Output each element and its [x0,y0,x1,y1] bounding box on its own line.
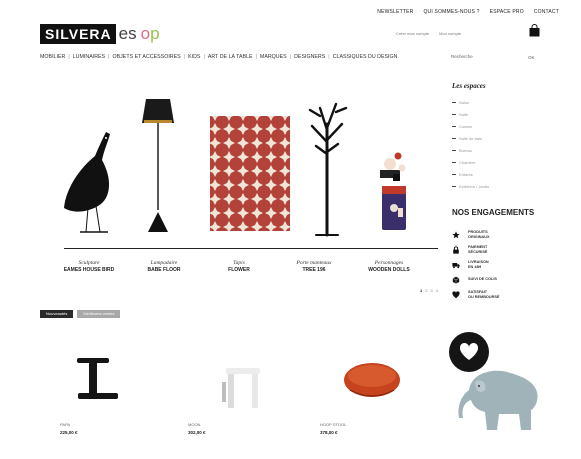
nav-objets[interactable]: OBJETS ET ACCESSOIRES [113,54,181,60]
caption-category: Lampadaire [150,260,178,266]
space-item[interactable]: Enfants [452,168,562,180]
caption-category: Porte manteaux [296,260,332,266]
caption-product-name: WOODEN DOLLS [368,267,410,273]
wooden-doll-image [380,152,406,230]
product-card[interactable]: HOOP STOOL 378,00 € [310,338,420,448]
product-tabs: Nouveautés Meilleures ventes [40,310,121,318]
space-item[interactable]: Salle [452,108,562,120]
site-logo[interactable]: SILVERA es op [40,24,160,44]
product-card[interactable]: PAPA 225,00 € [48,338,158,448]
flower-rug-image [210,116,290,231]
caption-category: Tapis [233,260,245,266]
product-price: 225,00 € [60,430,78,435]
package-icon [452,276,460,284]
caption-flower[interactable]: Tapis FLOWER [204,260,274,273]
logo-op: op [140,24,160,43]
engagement-item: LIVRAISON EN 48H [452,257,562,272]
caption-product-name: BABE FLOOR [147,267,181,273]
product-price: 378,00 € [320,430,338,435]
spaces-list: Salon Salle Cuisine Salle de bain Bureau… [452,96,562,192]
caption-product-name: FLOWER [228,267,250,273]
lock-icon [453,245,459,254]
engagements-list: PRODUITS ORIGINAUX PAIEMENT SÉCURISÉ LIVRA… [452,227,562,302]
top-utility-nav: NEWSLETTER QUI SOMMES-NOUS ? ESPACE PRO … [377,9,559,15]
caption-eames-bird[interactable]: Sculpture EAMES HOUSE BIRD [54,260,124,273]
nav-luminaires[interactable]: LUMINAIRES [73,54,105,60]
tab-best-sellers[interactable]: Meilleures ventes [77,310,121,318]
space-item[interactable]: Salon [452,96,562,108]
engagement-item: PAIEMENT SÉCURISÉ [452,242,562,257]
truck-icon [452,262,460,268]
caption-product-name: EAMES HOUSE BIRD [63,267,115,273]
my-account-link[interactable]: Mon compte [439,31,461,36]
product-price: 302,00 € [188,430,206,435]
product-card[interactable]: MOON 302,00 € [178,338,288,448]
main-category-nav: MOBILIER | LUMINAIRES | OBJETS ET ACCESSOI… [40,54,398,60]
nav-kids[interactable]: KIDS [188,54,200,60]
account-links: Créer mon compte Mon compte [396,31,461,36]
product-name: PAPA [60,422,71,427]
pager-page-1[interactable]: 1 [420,288,422,293]
spaces-sidebar: Les espaces Salon Salle Cuisine Salle de… [452,82,562,192]
caption-product-name: TREE 196 [302,267,326,273]
caption-tree-196[interactable]: Porte manteaux TREE 196 [279,260,349,273]
topnav-pro-space[interactable]: ESPACE PRO [490,9,524,15]
product-name: HOOP STOOL [320,422,347,427]
topnav-about[interactable]: QUI SOMMES-NOUS ? [423,9,479,15]
space-item[interactable]: Bureau [452,144,562,156]
caption-wooden-dolls[interactable]: Personnages WOODEN DOLLS [354,260,424,273]
star-icon [452,230,460,238]
engagement-item: SUIVI DE COLIS [452,272,562,287]
hero-captions: Sculpture EAMES HOUSE BIRD Lampadaire BA… [54,260,424,273]
engagement-item: SATISFAIT OU REMBOURSÉ [452,287,562,302]
hero-slideshow[interactable]: Sculpture EAMES HOUSE BIRD Lampadaire BA… [40,80,444,300]
search-ok-button[interactable]: OK [528,55,535,60]
slideshow-pager: 1 2 3 4 [420,288,438,293]
space-item[interactable]: Salle de bain [452,132,562,144]
caption-category: Personnages [374,260,404,266]
pager-page-3[interactable]: 3 [430,288,432,293]
search-input[interactable]: Recherche [451,54,473,59]
shopping-bag-icon[interactable] [529,24,540,37]
product-name: MOON [188,422,201,427]
product-image [222,368,260,408]
engagements-title: NOS ENGAGEMENTS [452,208,535,217]
nav-art-de-la-table[interactable]: ART DE LA TABLE [208,54,253,60]
nav-mobilier[interactable]: MOBILIER [40,54,65,60]
hero-baseline [64,248,438,249]
spaces-title: Les espaces [452,82,486,90]
logo-wordmark: SILVERA [40,24,116,44]
heart-icon [452,290,460,298]
nav-classiques[interactable]: CLASSIQUES DU DESIGN [333,54,398,60]
space-item[interactable]: Extérieur / Jardin [452,180,562,192]
pager-page-4[interactable]: 4 [436,288,438,293]
logo-es: es [118,24,137,43]
pager-page-2[interactable]: 2 [425,288,427,293]
eames-bird-image [64,132,110,233]
coat-tree-image [308,102,348,237]
space-item[interactable]: Cuisine [452,120,562,132]
caption-category: Sculpture [78,260,100,266]
engagement-item: PRODUITS ORIGINAUX [452,227,562,242]
topnav-contact[interactable]: CONTACT [534,9,559,15]
nav-designers[interactable]: DESIGNERS [294,54,325,60]
caption-babe-floor[interactable]: Lampadaire BABE FLOOR [129,260,199,273]
topnav-newsletter[interactable]: NEWSLETTER [377,9,413,15]
tab-new-arrivals[interactable]: Nouveautés [40,310,74,318]
product-image [344,363,400,397]
product-image [77,358,118,399]
create-account-link[interactable]: Créer mon compte [396,31,429,36]
space-item[interactable]: Chambre [452,156,562,168]
elephant-product-image[interactable] [455,360,550,435]
nav-marques[interactable]: MARQUES [260,54,287,60]
floor-lamp-image [142,99,174,232]
